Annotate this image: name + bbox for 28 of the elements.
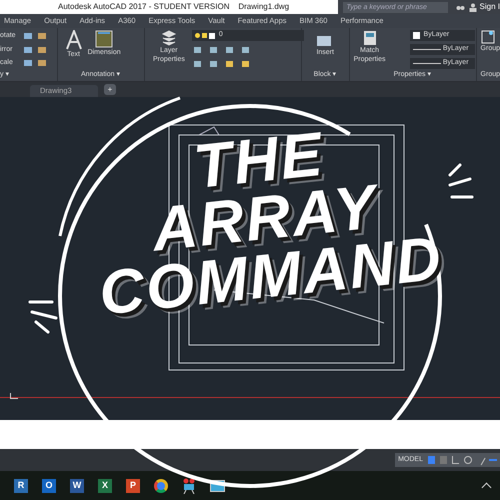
group-icon[interactable] bbox=[480, 30, 495, 44]
linetype-icon bbox=[412, 63, 441, 64]
app-icon[interactable]: X bbox=[98, 478, 112, 492]
accent-lines-drawing bbox=[28, 298, 60, 334]
sun-icon bbox=[202, 33, 207, 38]
text-tool-icon[interactable] bbox=[66, 30, 82, 50]
new-tab-button[interactable]: + bbox=[104, 84, 116, 95]
app-icon[interactable]: P bbox=[126, 478, 140, 492]
linetype-icon bbox=[412, 49, 441, 50]
binoculars-icon[interactable] bbox=[456, 3, 465, 11]
app-icon[interactable]: W bbox=[70, 478, 84, 492]
layers-icon[interactable] bbox=[160, 30, 177, 46]
app-icon[interactable]: O bbox=[42, 478, 56, 492]
swatch-icon bbox=[208, 32, 215, 38]
accent-lines-drawing bbox=[446, 163, 476, 201]
bulb-icon bbox=[194, 33, 200, 38]
ucs-icon bbox=[10, 393, 18, 399]
window-title: Autodesk AutoCAD 2017 - STUDENT VERSION Drawing1.dwg bbox=[58, 1, 290, 13]
match-properties-icon[interactable] bbox=[362, 30, 377, 46]
polar-icon[interactable] bbox=[464, 456, 472, 464]
browser-icon[interactable] bbox=[154, 478, 168, 492]
camera-icon[interactable] bbox=[182, 478, 196, 494]
user-icon[interactable] bbox=[468, 2, 477, 12]
app-icon[interactable]: R bbox=[14, 478, 28, 492]
sign-in-link[interactable]: Sign I bbox=[480, 1, 500, 13]
dimension-icon[interactable] bbox=[95, 30, 114, 48]
swatch-icon bbox=[412, 32, 420, 39]
ortho-icon[interactable] bbox=[452, 456, 459, 464]
